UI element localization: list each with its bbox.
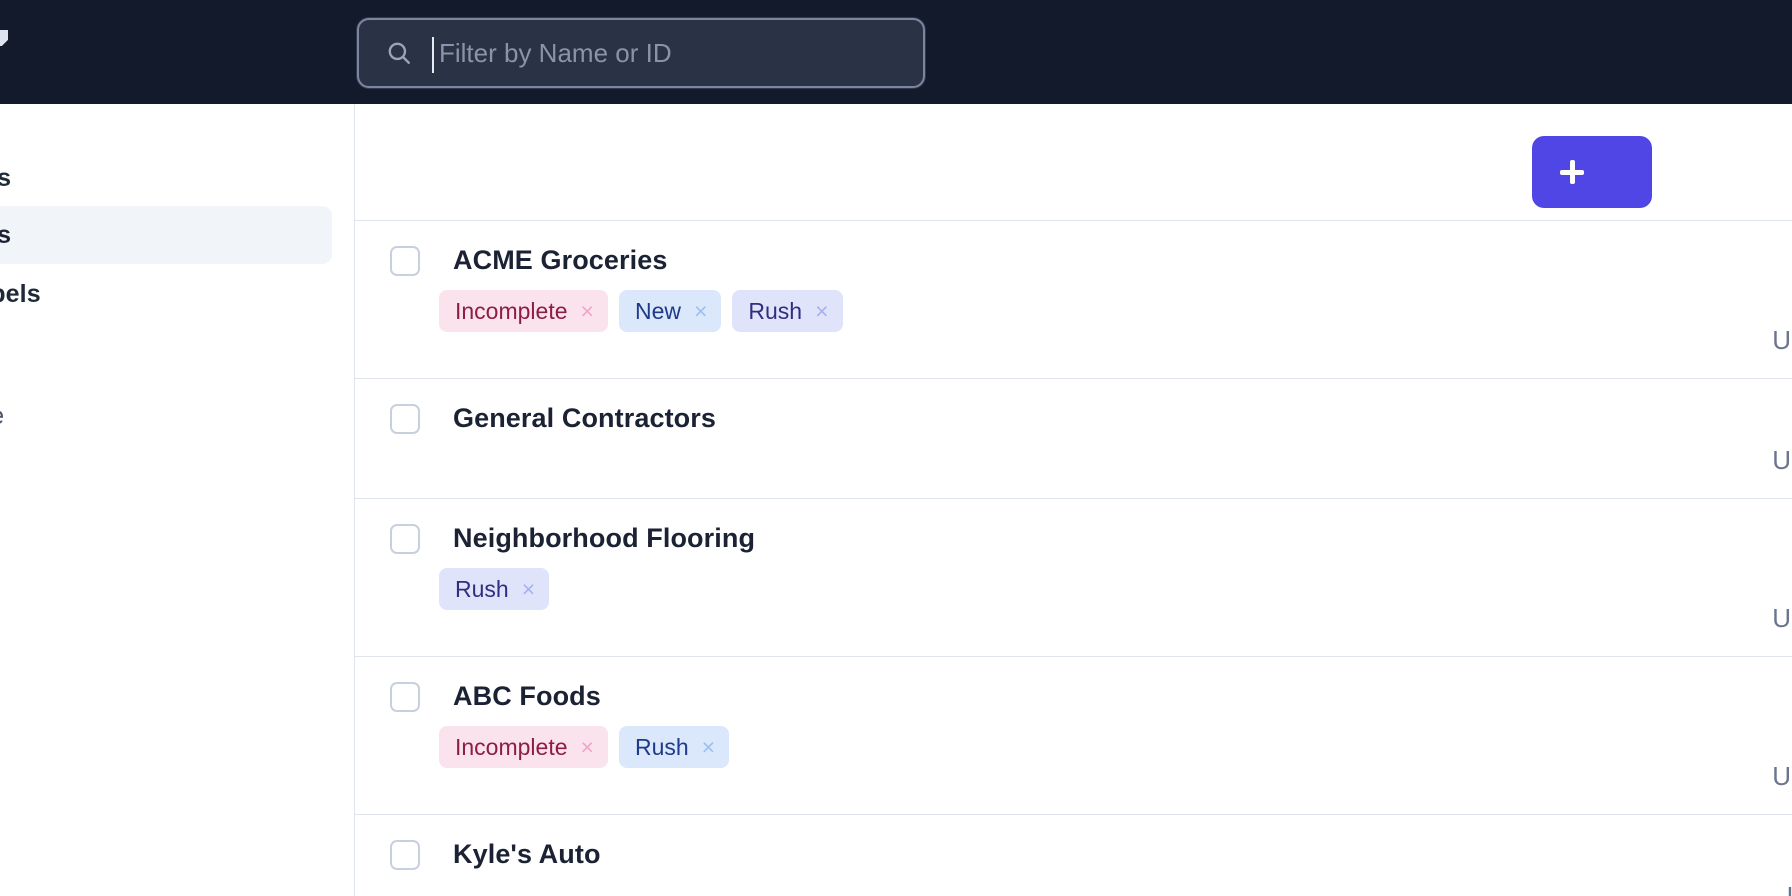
row-updated: Up [1787,881,1792,896]
sidebar-item-7[interactable]: sh [0,588,332,632]
sidebar-item-label: missions [0,221,11,250]
row-header: General Contractors [355,403,1792,434]
tag-label: New [634,297,681,324]
close-icon[interactable]: × [694,299,707,323]
row-name: ACME Groceries [453,245,668,275]
row-checkbox[interactable] [390,403,420,434]
close-icon[interactable]: × [702,735,715,759]
sidebar-item-8[interactable]: abel [0,654,332,698]
table-row[interactable]: Neighborhood Flooring Rush × Upd [355,499,1792,657]
close-icon[interactable]: × [522,577,535,601]
tag-chip[interactable]: Incomplete × [439,726,608,768]
tag-label: Incomplete [455,733,568,760]
sidebar-item-label: lient Labels [0,279,41,308]
submission-list: ACME GroceriesIncomplete×New×Rush×UpdGen… [355,221,1792,896]
row-checkbox[interactable] [390,839,420,870]
table-row[interactable]: Kyle's Auto Up [355,815,1792,896]
tag-chip[interactable]: New × [618,290,722,332]
row-checkbox[interactable] [390,245,420,276]
tag-label: Rush [748,297,803,324]
sidebar-item-1[interactable]: missions [0,206,332,264]
sidebar-item-0[interactable]: missions [0,156,332,200]
row-header: Kyle's Auto [355,839,1792,870]
close-icon[interactable]: × [581,735,594,759]
sidebar-item-5[interactable]: w [0,459,332,503]
close-icon[interactable]: × [815,299,828,323]
row-name: ABC Foods [453,681,601,711]
tag-chip[interactable]: Rush × [439,568,550,610]
tag-chip[interactable]: Rush × [732,290,843,332]
row-name: General Contractors [453,403,716,433]
search-icon [388,42,410,64]
search-input[interactable] [439,20,909,86]
row-name: Neighborhood Flooring [453,523,756,553]
sidebar-item-6[interactable]: rtial [0,524,332,568]
add-button[interactable] [1532,136,1652,208]
app-root: missions missions lient Labels tention compl… [0,0,1792,896]
sidebar-item-3[interactable]: tention [0,330,332,374]
row-checkbox[interactable] [390,523,420,554]
sidebar-item-label: missions [0,164,11,193]
table-row[interactable]: ACME Groceries Incomplete × New × Rush × Upd [355,221,1792,379]
table-row[interactable]: General Contractors Upd [355,379,1792,499]
row-checkbox[interactable] [390,681,420,712]
plus-icon [1560,160,1584,184]
list-toolbar [355,104,1792,221]
row-header: ABC Foods [355,681,1792,712]
sidebar-item-2[interactable]: lient Labels [0,272,332,316]
table-row[interactable]: ABC Foods Incomplete × Rush × Upd [355,657,1792,815]
main-content: ACME GroceriesIncomplete×New×Rush×UpdGen… [355,104,1792,896]
row-updated: Upd [1772,445,1792,475]
close-icon[interactable]: × [581,299,594,323]
row-header: ACME Groceries [355,245,1792,276]
tag-chip[interactable]: Incomplete × [439,290,608,332]
tag-list: Incomplete × New × Rush × [355,290,1792,332]
tag-list: Incomplete × Rush × [355,726,1792,768]
sidebar: missions missions lient Labels tention compl… [0,104,355,896]
logo-mark-icon[interactable] [0,30,8,46]
sidebar-item-label: complete [0,402,4,431]
top-bar [0,0,1792,104]
row-updated: Upd [1772,325,1792,355]
tag-label: Rush [455,575,509,602]
search-box[interactable] [357,18,925,88]
tag-chip[interactable]: Rush × [618,726,730,768]
row-updated: Upd [1772,761,1792,791]
row-name: Kyle's Auto [453,839,601,869]
sidebar-item-4[interactable]: complete [0,394,332,438]
tag-label: Rush [634,733,689,760]
row-header: Neighborhood Flooring [355,523,1792,554]
row-updated: Upd [1772,603,1792,633]
text-cursor [432,37,434,73]
tag-label: Incomplete [455,297,568,324]
tag-list: Rush × [355,568,1792,610]
